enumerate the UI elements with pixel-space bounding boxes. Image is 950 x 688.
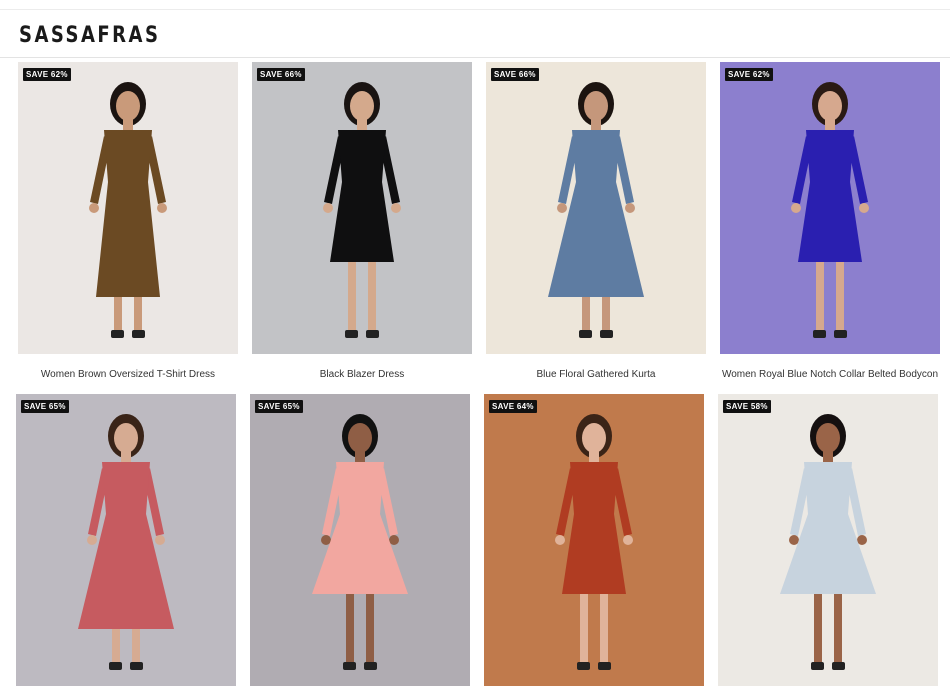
discount-badge: SAVE 65% — [255, 400, 303, 413]
discount-badge: SAVE 58% — [723, 400, 771, 413]
product-title[interactable]: Black Blazer Dress — [242, 369, 482, 380]
black-blazer-dress-photo[interactable]: SAVE 66% — [252, 62, 472, 354]
site-header: SASSAFRAS — [0, 10, 950, 58]
brand-logo[interactable]: SASSAFRAS — [19, 23, 160, 48]
discount-badge: SAVE 66% — [257, 68, 305, 81]
product-title[interactable]: Blue Floral Gathered Kurta — [476, 369, 716, 380]
product-card[interactable]: SAVE 65% — [250, 394, 470, 686]
discount-badge: SAVE 65% — [21, 400, 69, 413]
product-card[interactable]: SAVE 62% Women Royal Blue Notch Collar Be… — [720, 62, 940, 380]
discount-badge: SAVE 62% — [23, 68, 71, 81]
product-card[interactable]: SAVE 66% Blue Floral Gathered Kurta — [486, 62, 706, 380]
product-card[interactable]: SAVE 66% Black Blazer Dress — [252, 62, 472, 380]
product-card[interactable]: SAVE 64% — [484, 394, 704, 686]
product-card[interactable]: SAVE 58% — [718, 394, 938, 686]
product-card[interactable]: SAVE 65% — [16, 394, 236, 686]
rust-wrap-dress-photo[interactable]: SAVE 64% — [484, 394, 704, 686]
product-title[interactable]: Women Brown Oversized T-Shirt Dress — [8, 369, 248, 380]
pink-maxi-dress-photo[interactable]: SAVE 65% — [16, 394, 236, 686]
discount-badge: SAVE 66% — [491, 68, 539, 81]
brown-tshirt-dress-photo[interactable]: SAVE 62% — [18, 62, 238, 354]
product-title[interactable]: Women Royal Blue Notch Collar Belted Bod… — [710, 369, 950, 380]
product-card[interactable]: SAVE 62% Women Brown Oversized T-Shirt Dr… — [18, 62, 238, 380]
royal-blue-bodycon-photo[interactable]: SAVE 62% — [720, 62, 940, 354]
floral-print-dress-photo[interactable]: SAVE 58% — [718, 394, 938, 686]
discount-badge: SAVE 62% — [725, 68, 773, 81]
peach-puff-sleeve-dress-photo[interactable]: SAVE 65% — [250, 394, 470, 686]
discount-badge: SAVE 64% — [489, 400, 537, 413]
blue-floral-kurta-photo[interactable]: SAVE 66% — [486, 62, 706, 354]
